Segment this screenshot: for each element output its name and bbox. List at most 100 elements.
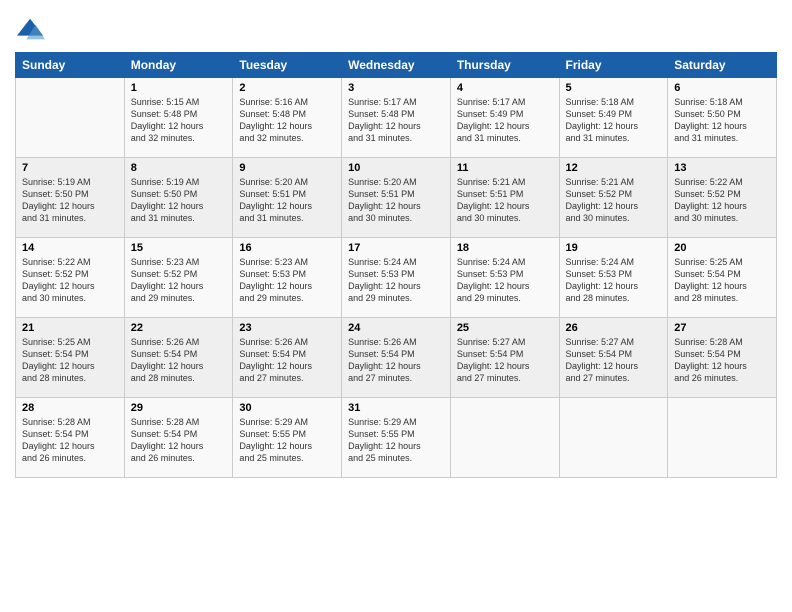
day-content: Sunrise: 5:26 AM Sunset: 5:54 PM Dayligh… bbox=[239, 336, 335, 385]
day-number: 28 bbox=[22, 402, 118, 414]
logo bbox=[15, 14, 45, 44]
week-row-2: 7 Sunrise: 5:19 AM Sunset: 5:50 PM Daylig… bbox=[16, 158, 777, 238]
calendar-cell: 7 Sunrise: 5:19 AM Sunset: 5:50 PM Daylig… bbox=[16, 158, 125, 238]
calendar-cell bbox=[16, 78, 125, 158]
day-number: 25 bbox=[457, 322, 553, 334]
day-content: Sunrise: 5:20 AM Sunset: 5:51 PM Dayligh… bbox=[239, 176, 335, 225]
calendar-cell: 13Sunrise: 5:22 AM Sunset: 5:52 PM Dayli… bbox=[668, 158, 777, 238]
header bbox=[15, 10, 777, 44]
day-content: Sunrise: 5:23 AM Sunset: 5:52 PM Dayligh… bbox=[131, 256, 227, 305]
day-content: Sunrise: 5:18 AM Sunset: 5:49 PM Dayligh… bbox=[566, 96, 662, 145]
calendar-cell: 23Sunrise: 5:26 AM Sunset: 5:54 PM Dayli… bbox=[233, 318, 342, 398]
calendar-table: SundayMondayTuesdayWednesdayThursdayFrid… bbox=[15, 52, 777, 478]
calendar-cell: 27 Sunrise: 5:28 AM Sunset: 5:54 PM Dayli… bbox=[668, 318, 777, 398]
calendar-cell: 19 Sunrise: 5:24 AM Sunset: 5:53 PM Dayli… bbox=[559, 238, 668, 318]
day-content: Sunrise: 5:23 AM Sunset: 5:53 PM Dayligh… bbox=[239, 256, 335, 305]
day-number: 11 bbox=[457, 162, 553, 174]
calendar-cell: 4 Sunrise: 5:17 AM Sunset: 5:49 PM Daylig… bbox=[450, 78, 559, 158]
calendar-cell bbox=[668, 398, 777, 478]
calendar-cell: 9 Sunrise: 5:20 AM Sunset: 5:51 PM Daylig… bbox=[233, 158, 342, 238]
day-number: 24 bbox=[348, 322, 444, 334]
day-number: 13 bbox=[674, 162, 770, 174]
day-number: 6 bbox=[674, 82, 770, 94]
day-header-monday: Monday bbox=[124, 53, 233, 78]
day-content: Sunrise: 5:29 AM Sunset: 5:55 PM Dayligh… bbox=[348, 416, 444, 465]
day-number: 16 bbox=[239, 242, 335, 254]
calendar-cell: 20Sunrise: 5:25 AM Sunset: 5:54 PM Dayli… bbox=[668, 238, 777, 318]
day-number: 7 bbox=[22, 162, 118, 174]
day-content: Sunrise: 5:26 AM Sunset: 5:54 PM Dayligh… bbox=[131, 336, 227, 385]
day-number: 8 bbox=[131, 162, 227, 174]
day-number: 30 bbox=[239, 402, 335, 414]
day-content: Sunrise: 5:21 AM Sunset: 5:51 PM Dayligh… bbox=[457, 176, 553, 225]
day-content: Sunrise: 5:22 AM Sunset: 5:52 PM Dayligh… bbox=[22, 256, 118, 305]
day-content: Sunrise: 5:20 AM Sunset: 5:51 PM Dayligh… bbox=[348, 176, 444, 225]
day-number: 15 bbox=[131, 242, 227, 254]
calendar-cell: 8 Sunrise: 5:19 AM Sunset: 5:50 PM Daylig… bbox=[124, 158, 233, 238]
calendar-cell: 12Sunrise: 5:21 AM Sunset: 5:52 PM Dayli… bbox=[559, 158, 668, 238]
day-number: 3 bbox=[348, 82, 444, 94]
calendar-cell: 31 Sunrise: 5:29 AM Sunset: 5:55 PM Dayli… bbox=[342, 398, 451, 478]
calendar-cell: 1 Sunrise: 5:15 AM Sunset: 5:48 PM Daylig… bbox=[124, 78, 233, 158]
day-header-sunday: Sunday bbox=[16, 53, 125, 78]
calendar-cell: 24 Sunrise: 5:26 AM Sunset: 5:54 PM Dayli… bbox=[342, 318, 451, 398]
day-content: Sunrise: 5:19 AM Sunset: 5:50 PM Dayligh… bbox=[131, 176, 227, 225]
calendar-cell: 6 Sunrise: 5:18 AM Sunset: 5:50 PM Daylig… bbox=[668, 78, 777, 158]
calendar-cell: 10 Sunrise: 5:20 AM Sunset: 5:51 PM Dayli… bbox=[342, 158, 451, 238]
day-content: Sunrise: 5:25 AM Sunset: 5:54 PM Dayligh… bbox=[22, 336, 118, 385]
day-number: 22 bbox=[131, 322, 227, 334]
day-number: 19 bbox=[566, 242, 662, 254]
week-row-5: 28 Sunrise: 5:28 AM Sunset: 5:54 PM Dayli… bbox=[16, 398, 777, 478]
day-content: Sunrise: 5:18 AM Sunset: 5:50 PM Dayligh… bbox=[674, 96, 770, 145]
calendar-cell: 29Sunrise: 5:28 AM Sunset: 5:54 PM Dayli… bbox=[124, 398, 233, 478]
day-content: Sunrise: 5:16 AM Sunset: 5:48 PM Dayligh… bbox=[239, 96, 335, 145]
day-content: Sunrise: 5:24 AM Sunset: 5:53 PM Dayligh… bbox=[348, 256, 444, 305]
calendar-cell: 16 Sunrise: 5:23 AM Sunset: 5:53 PM Dayli… bbox=[233, 238, 342, 318]
day-content: Sunrise: 5:26 AM Sunset: 5:54 PM Dayligh… bbox=[348, 336, 444, 385]
calendar-cell bbox=[559, 398, 668, 478]
calendar-cell: 5 Sunrise: 5:18 AM Sunset: 5:49 PM Daylig… bbox=[559, 78, 668, 158]
day-header-friday: Friday bbox=[559, 53, 668, 78]
calendar-cell: 15 Sunrise: 5:23 AM Sunset: 5:52 PM Dayli… bbox=[124, 238, 233, 318]
calendar-cell: 2 Sunrise: 5:16 AM Sunset: 5:48 PM Daylig… bbox=[233, 78, 342, 158]
week-row-4: 21 Sunrise: 5:25 AM Sunset: 5:54 PM Dayli… bbox=[16, 318, 777, 398]
calendar-cell: 21 Sunrise: 5:25 AM Sunset: 5:54 PM Dayli… bbox=[16, 318, 125, 398]
calendar-cell: 30 Sunrise: 5:29 AM Sunset: 5:55 PM Dayli… bbox=[233, 398, 342, 478]
calendar-cell: 14Sunrise: 5:22 AM Sunset: 5:52 PM Dayli… bbox=[16, 238, 125, 318]
page-container: SundayMondayTuesdayWednesdayThursdayFrid… bbox=[0, 0, 792, 612]
week-row-1: 1 Sunrise: 5:15 AM Sunset: 5:48 PM Daylig… bbox=[16, 78, 777, 158]
calendar-cell: 17 Sunrise: 5:24 AM Sunset: 5:53 PM Dayli… bbox=[342, 238, 451, 318]
calendar-cell: 18 Sunrise: 5:24 AM Sunset: 5:53 PM Dayli… bbox=[450, 238, 559, 318]
day-number: 20 bbox=[674, 242, 770, 254]
day-number: 31 bbox=[348, 402, 444, 414]
calendar-cell: 22 Sunrise: 5:26 AM Sunset: 5:54 PM Dayli… bbox=[124, 318, 233, 398]
day-content: Sunrise: 5:17 AM Sunset: 5:49 PM Dayligh… bbox=[457, 96, 553, 145]
day-header-thursday: Thursday bbox=[450, 53, 559, 78]
day-number: 9 bbox=[239, 162, 335, 174]
calendar-cell: 25Sunrise: 5:27 AM Sunset: 5:54 PM Dayli… bbox=[450, 318, 559, 398]
day-number: 18 bbox=[457, 242, 553, 254]
day-content: Sunrise: 5:24 AM Sunset: 5:53 PM Dayligh… bbox=[457, 256, 553, 305]
day-number: 21 bbox=[22, 322, 118, 334]
day-number: 5 bbox=[566, 82, 662, 94]
day-number: 4 bbox=[457, 82, 553, 94]
calendar-cell: 11 Sunrise: 5:21 AM Sunset: 5:51 PM Dayli… bbox=[450, 158, 559, 238]
day-content: Sunrise: 5:24 AM Sunset: 5:53 PM Dayligh… bbox=[566, 256, 662, 305]
day-content: Sunrise: 5:29 AM Sunset: 5:55 PM Dayligh… bbox=[239, 416, 335, 465]
day-content: Sunrise: 5:28 AM Sunset: 5:54 PM Dayligh… bbox=[674, 336, 770, 385]
day-content: Sunrise: 5:28 AM Sunset: 5:54 PM Dayligh… bbox=[131, 416, 227, 465]
day-content: Sunrise: 5:15 AM Sunset: 5:48 PM Dayligh… bbox=[131, 96, 227, 145]
day-header-saturday: Saturday bbox=[668, 53, 777, 78]
day-number: 27 bbox=[674, 322, 770, 334]
day-number: 10 bbox=[348, 162, 444, 174]
day-header-wednesday: Wednesday bbox=[342, 53, 451, 78]
day-content: Sunrise: 5:19 AM Sunset: 5:50 PM Dayligh… bbox=[22, 176, 118, 225]
day-number: 1 bbox=[131, 82, 227, 94]
day-content: Sunrise: 5:28 AM Sunset: 5:54 PM Dayligh… bbox=[22, 416, 118, 465]
day-number: 17 bbox=[348, 242, 444, 254]
calendar-cell: 3Sunrise: 5:17 AM Sunset: 5:48 PM Daylig… bbox=[342, 78, 451, 158]
day-number: 2 bbox=[239, 82, 335, 94]
days-header-row: SundayMondayTuesdayWednesdayThursdayFrid… bbox=[16, 53, 777, 78]
day-content: Sunrise: 5:21 AM Sunset: 5:52 PM Dayligh… bbox=[566, 176, 662, 225]
logo-icon bbox=[17, 16, 45, 44]
